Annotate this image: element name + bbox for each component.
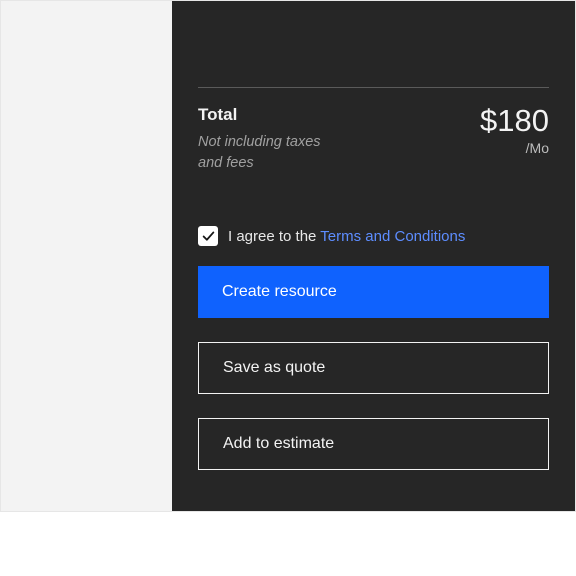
save-as-quote-button[interactable]: Save as quote bbox=[198, 342, 549, 394]
total-label: Total bbox=[198, 104, 338, 126]
action-buttons: Create resource Save as quote Add to est… bbox=[198, 266, 549, 470]
left-empty-pane bbox=[1, 1, 172, 511]
terms-link[interactable]: Terms and Conditions bbox=[320, 228, 465, 245]
spacer bbox=[198, 27, 549, 87]
total-text-col: Total Not including taxes and fees bbox=[198, 104, 338, 174]
create-resource-button[interactable]: Create resource bbox=[198, 266, 549, 318]
order-summary-frame: Total Not including taxes and fees $180 … bbox=[0, 0, 576, 512]
divider bbox=[198, 87, 549, 88]
price-unit: /Mo bbox=[480, 140, 549, 156]
agree-row: I agree to the Terms and Conditions bbox=[198, 226, 549, 246]
summary-panel: Total Not including taxes and fees $180 … bbox=[172, 1, 575, 511]
price-amount: $180 bbox=[480, 104, 549, 138]
total-subtext: Not including taxes and fees bbox=[198, 132, 338, 174]
checkmark-icon bbox=[202, 230, 215, 243]
total-row: Total Not including taxes and fees $180 … bbox=[198, 104, 549, 174]
add-to-estimate-button[interactable]: Add to estimate bbox=[198, 418, 549, 470]
agree-prefix: I agree to the bbox=[228, 228, 320, 245]
agree-text: I agree to the Terms and Conditions bbox=[228, 228, 465, 245]
agree-checkbox[interactable] bbox=[198, 226, 218, 246]
price-column: $180 /Mo bbox=[480, 104, 549, 156]
